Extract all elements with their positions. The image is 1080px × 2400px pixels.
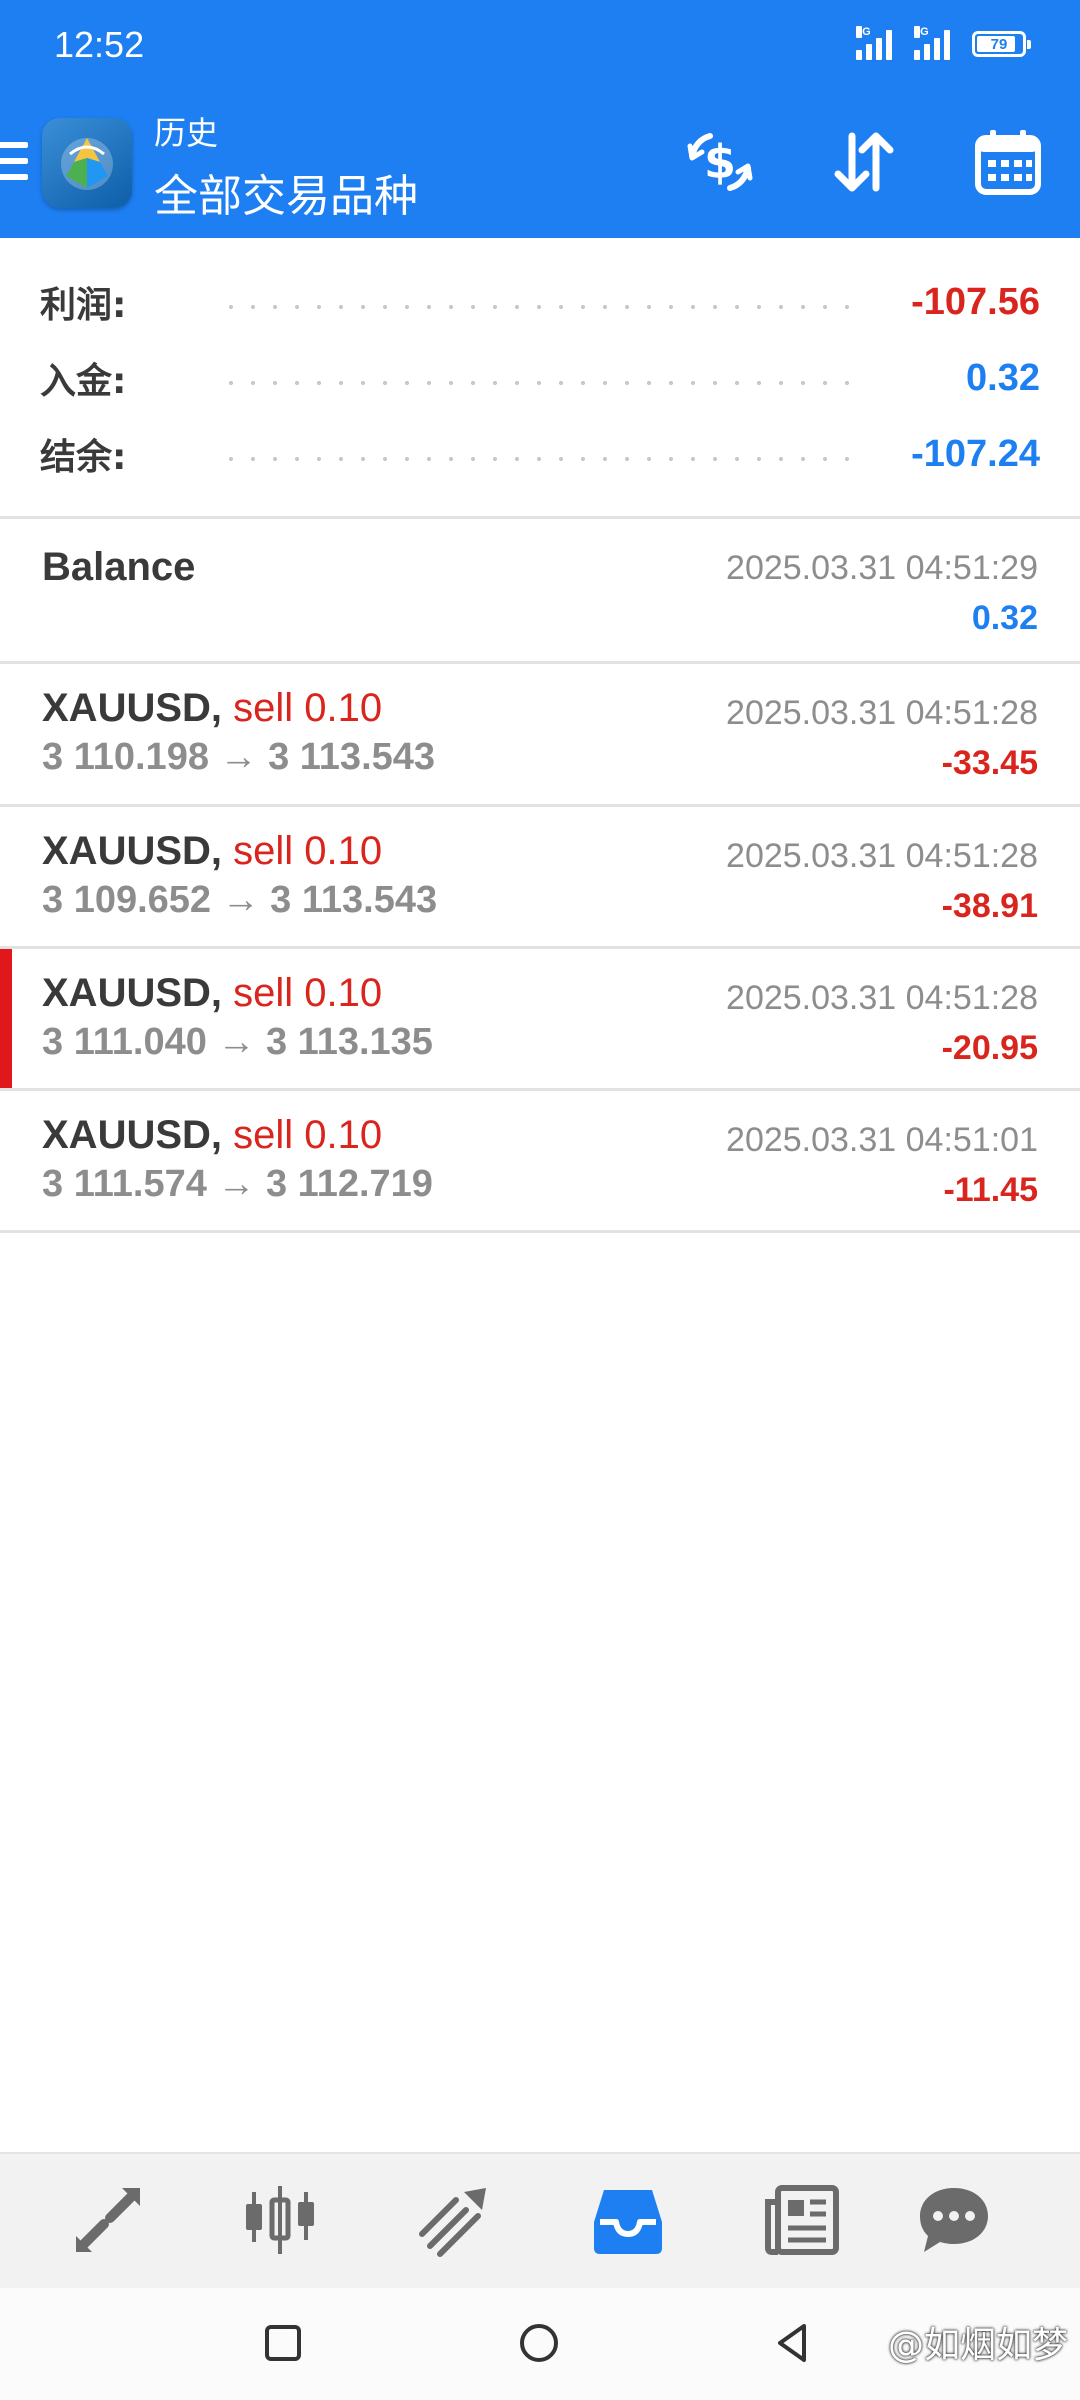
balance-entry-title: Balance <box>42 545 196 589</box>
deal-profit: -20.95 <box>941 1029 1038 1067</box>
deal-title: XAUUSD, sell 0.10 <box>42 1113 382 1158</box>
signal-tag-2: 5G <box>914 26 929 38</box>
back-button[interactable] <box>768 2318 818 2368</box>
deal-prices: 3 109.652 → 3 113.543 <box>42 879 438 921</box>
deal-profit: -33.45 <box>941 744 1038 782</box>
currency-exchange-button[interactable]: $ <box>684 126 756 198</box>
calendar-icon <box>975 130 1041 195</box>
header-subtitle: 历史 <box>154 114 219 152</box>
balance-label: 结余: <box>40 437 127 478</box>
deposit-value: 0.32 <box>966 356 1040 399</box>
deal-symbol: XAUUSD, <box>42 829 223 873</box>
deal-time: 2025.03.31 04:51:01 <box>726 1121 1038 1159</box>
deal-prices: 3 110.198 → 3 113.543 <box>42 736 436 778</box>
deal-profit: -38.91 <box>941 887 1038 925</box>
selected-row-marker <box>0 949 12 1089</box>
watermark: @如烟如梦 <box>887 2325 1068 2366</box>
bottom-tab-bar <box>0 2152 1080 2288</box>
recents-button[interactable] <box>258 2318 308 2368</box>
summary-panel: 利润: -107.56 入金: 0.32 结余: -107.24 <box>0 238 1080 516</box>
svg-text:$: $ <box>704 135 736 189</box>
deal-profit: -11.45 <box>943 1171 1038 1209</box>
deal-time: 2025.03.31 04:51:28 <box>726 694 1038 732</box>
dotted-leader <box>220 305 864 309</box>
news-icon <box>765 2185 839 2255</box>
back-triangle-icon <box>778 2324 806 2362</box>
candlestick-chart-icon <box>246 2186 314 2254</box>
status-bar: 12:52 5G 5G 79 <box>0 0 1080 92</box>
deal-type: sell 0.10 <box>233 1113 383 1157</box>
deal-title: XAUUSD, sell 0.10 <box>42 686 382 731</box>
signal-tag: 5G <box>856 26 871 38</box>
deal-symbol: XAUUSD, <box>42 971 223 1015</box>
deal-prices: 3 111.040 → 3 113.135 <box>42 1021 433 1063</box>
header-title[interactable]: 全部交易品种 <box>154 160 418 224</box>
dotted-leader <box>220 457 864 461</box>
deal-type: sell 0.10 <box>233 971 383 1015</box>
summary-deposit-row: 入金: 0.32 <box>40 348 1040 408</box>
summary-profit-row: 利润: -107.56 <box>40 272 1040 332</box>
menu-icon[interactable] <box>0 142 28 182</box>
history-inbox-icon <box>594 2190 662 2254</box>
status-icons: 5G 5G 79 <box>856 26 1031 60</box>
profit-value: -107.56 <box>911 280 1040 323</box>
tab-chat[interactable] <box>916 2182 992 2258</box>
divider <box>0 1230 1080 1233</box>
deal-title: XAUUSD, sell 0.10 <box>42 829 382 874</box>
balance-entry[interactable]: Balance 2025.03.31 04:51:29 0.32 <box>0 519 1080 659</box>
square-icon <box>265 2325 301 2361</box>
deal-time: 2025.03.31 04:51:28 <box>726 979 1038 1017</box>
profit-label: 利润: <box>40 285 127 326</box>
balance-entry-amount: 0.32 <box>971 599 1038 637</box>
circle-icon <box>520 2324 558 2362</box>
sort-arrows-icon <box>834 132 894 192</box>
table-row[interactable]: XAUUSD, sell 0.10 3 111.574 → 3 112.719 … <box>0 1091 1080 1231</box>
system-nav-bar: @如烟如梦 <box>0 2288 1080 2400</box>
deal-type: sell 0.10 <box>233 829 383 873</box>
table-row[interactable]: XAUUSD, sell 0.10 3 109.652 → 3 113.543 … <box>0 807 1080 947</box>
battery-level: 79 <box>990 35 1008 53</box>
calendar-button[interactable] <box>972 126 1044 198</box>
tab-news[interactable] <box>764 2182 840 2258</box>
home-button[interactable] <box>514 2318 564 2368</box>
sort-button[interactable] <box>828 126 900 198</box>
app-logo-icon <box>42 118 132 208</box>
currency-exchange-icon: $ <box>687 133 753 191</box>
signal-icon-2: 5G <box>914 26 958 60</box>
deposit-label: 入金: <box>40 361 127 402</box>
signal-icon: 5G <box>856 26 900 60</box>
tab-quotes[interactable] <box>70 2182 146 2258</box>
status-time: 12:52 <box>54 24 145 65</box>
tab-trade[interactable] <box>416 2182 492 2258</box>
deal-title: XAUUSD, sell 0.10 <box>42 971 382 1016</box>
summary-balance-row: 结余: -107.24 <box>40 424 1040 484</box>
table-row[interactable]: XAUUSD, sell 0.10 3 110.198 → 3 113.543 … <box>0 664 1080 804</box>
dotted-leader <box>220 381 864 385</box>
tab-history[interactable] <box>590 2182 666 2258</box>
deal-type: sell 0.10 <box>233 686 383 730</box>
trade-trend-icon <box>419 2188 486 2257</box>
deal-prices: 3 111.574 → 3 112.719 <box>42 1163 433 1205</box>
chat-icon <box>920 2188 988 2252</box>
quotes-arrows-icon <box>76 2188 140 2252</box>
table-row[interactable]: XAUUSD, sell 0.10 3 111.040 → 3 113.135 … <box>0 949 1080 1089</box>
deal-time: 2025.03.31 04:51:28 <box>726 837 1038 875</box>
tab-chart[interactable] <box>242 2182 318 2258</box>
deal-symbol: XAUUSD, <box>42 686 223 730</box>
balance-value: -107.24 <box>911 432 1040 475</box>
balance-entry-time: 2025.03.31 04:51:29 <box>726 549 1038 587</box>
app-header: 12:52 5G 5G 79 历史 全部交易品种 $ <box>0 0 1080 238</box>
deal-symbol: XAUUSD, <box>42 1113 223 1157</box>
battery-icon: 79 <box>972 31 1031 57</box>
